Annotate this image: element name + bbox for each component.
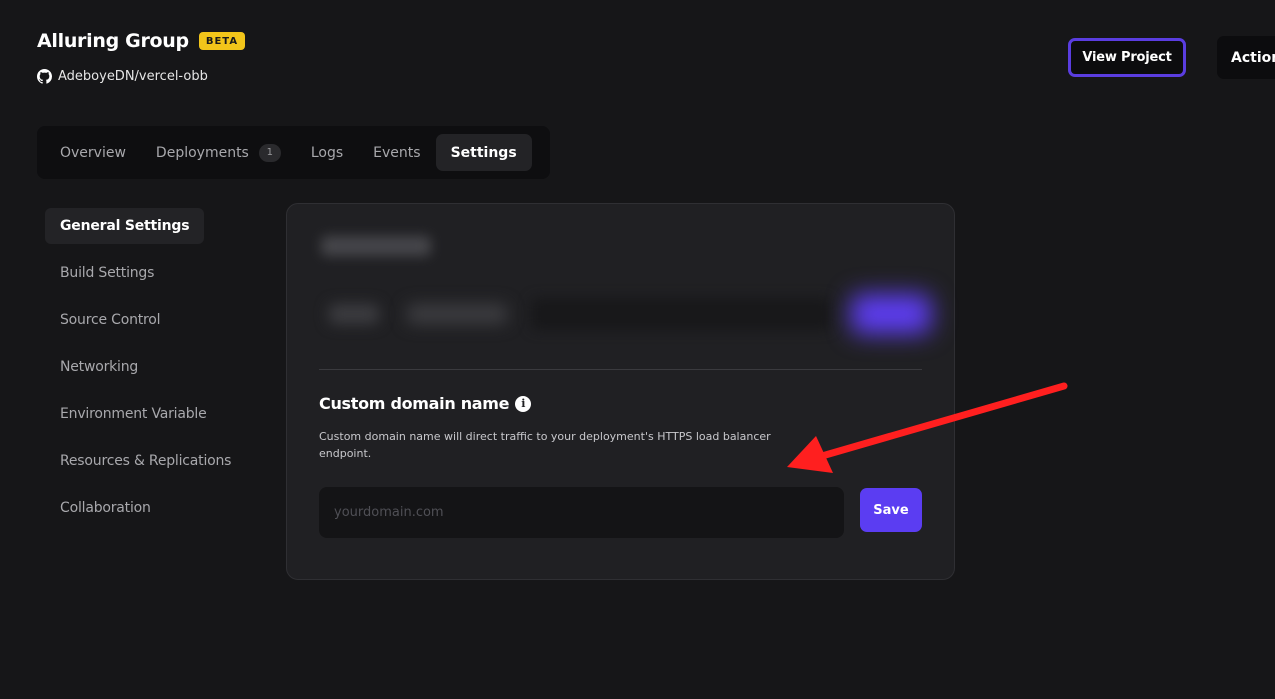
section-divider [319,369,922,370]
sidebar-item-collaboration[interactable]: Collaboration [45,490,166,526]
view-project-button[interactable]: View Project [1068,38,1186,77]
sidebar-item-environment-variable[interactable]: Environment Variable [45,396,222,432]
info-icon[interactable]: i [515,395,532,412]
blurred-input [531,298,831,330]
custom-domain-description: Custom domain name will direct traffic t… [319,430,771,460]
tab-label: Settings [450,144,517,161]
tab-logs[interactable]: Logs [296,134,358,171]
project-title: Alluring Group BETA [37,30,246,52]
blurred-label [329,304,379,324]
tab-label: Deployments [155,144,249,161]
beta-badge: BETA [198,32,246,50]
custom-domain-title: Custom domain name i [319,394,532,413]
tab-deployments[interactable]: Deployments 1 [141,134,296,171]
custom-domain-input[interactable] [319,487,844,538]
project-name: Alluring Group [37,30,189,52]
repo-name: AdeboyeDN/vercel-obb [58,69,208,84]
project-settings-page: Alluring Group BETA AdeboyeDN/vercel-obb… [0,0,1275,699]
actions-button[interactable]: Action [1217,36,1275,79]
project-tabs: Overview Deployments 1 Logs Events Setti… [37,126,550,179]
repo-link[interactable]: AdeboyeDN/vercel-obb [37,69,208,84]
tab-label: Overview [60,144,126,161]
tab-label: Logs [310,144,344,161]
custom-domain-title-text: Custom domain name [319,394,510,413]
tab-settings[interactable]: Settings [435,134,532,171]
tab-overview[interactable]: Overview [45,134,141,171]
sidebar-item-resources-replications[interactable]: Resources & Replications [45,443,246,479]
blurred-settings-row [321,290,933,338]
sidebar-item-source-control[interactable]: Source Control [45,302,175,338]
save-button[interactable]: Save [860,488,922,532]
blurred-section-title [321,236,431,256]
sidebar-item-networking[interactable]: Networking [45,349,153,385]
settings-sidebar: General Settings Build Settings Source C… [45,208,245,537]
blurred-button [851,294,931,334]
github-icon [37,69,52,84]
blurred-label [407,304,507,324]
deployments-count-badge: 1 [258,143,281,162]
sidebar-item-general-settings[interactable]: General Settings [45,208,205,244]
general-settings-card: Custom domain name i Custom domain name … [286,203,955,580]
sidebar-item-build-settings[interactable]: Build Settings [45,255,169,291]
tab-label: Events [373,144,421,161]
tab-events[interactable]: Events [358,134,435,171]
